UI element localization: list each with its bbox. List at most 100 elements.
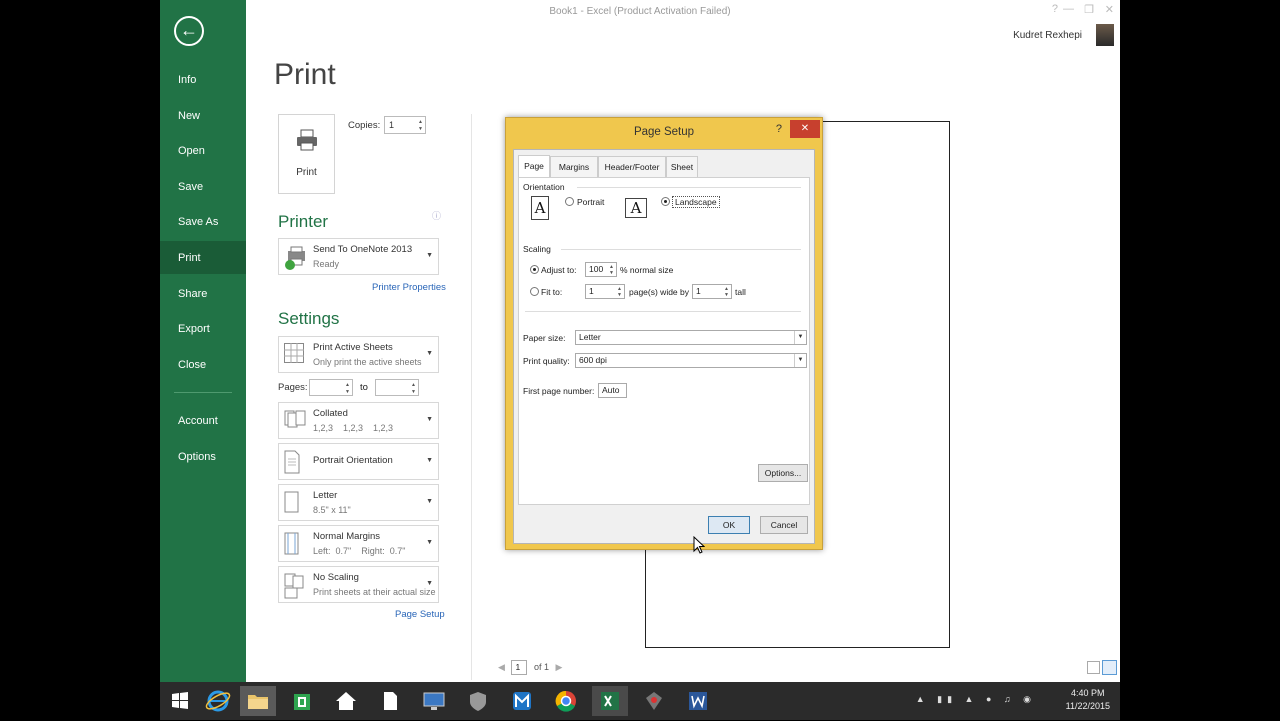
- page-title: Print: [274, 58, 336, 91]
- restore-icon[interactable]: ❐: [1084, 3, 1094, 16]
- internet-explorer-icon[interactable]: [200, 686, 236, 716]
- paper-size-select[interactable]: Letter ▼: [575, 330, 807, 345]
- help-button[interactable]: ?: [1052, 3, 1058, 15]
- shield-icon[interactable]: [460, 686, 496, 716]
- dialog-close-icon[interactable]: ✕: [790, 120, 820, 138]
- nav-close[interactable]: Close: [160, 348, 246, 382]
- user-name[interactable]: Kudret Rexhepi: [1013, 30, 1082, 41]
- spin-up-icon[interactable]: ▲: [345, 382, 350, 388]
- current-page-input[interactable]: 1: [511, 660, 528, 675]
- spin-down-icon[interactable]: ▼: [617, 292, 622, 298]
- first-page-value: Auto: [602, 385, 620, 395]
- ok-button[interactable]: OK: [708, 516, 750, 534]
- adjust-to-label[interactable]: Adjust to:: [541, 265, 576, 275]
- adjust-to-radio[interactable]: [530, 265, 539, 274]
- landscape-radio[interactable]: [661, 197, 670, 206]
- nav-save-as[interactable]: Save As: [160, 205, 246, 239]
- chrome-icon[interactable]: [548, 686, 584, 716]
- zoom-to-page-icon[interactable]: [1102, 660, 1117, 675]
- portrait-icon: [284, 450, 300, 474]
- clock-time: 4:40 PM: [1071, 688, 1105, 698]
- fit-tall-input[interactable]: 1 ▲ ▼: [692, 284, 732, 299]
- document-icon[interactable]: [372, 686, 408, 716]
- monitor-icon[interactable]: [416, 686, 452, 716]
- store-icon[interactable]: [284, 686, 320, 716]
- page-setup-link[interactable]: Page Setup: [395, 609, 445, 620]
- setting-title: Letter: [313, 490, 338, 501]
- dialog-help-icon[interactable]: ?: [776, 123, 782, 135]
- fit-wide-input[interactable]: 1 ▲ ▼: [585, 284, 625, 299]
- window-title: Book1 - Excel (Product Activation Failed…: [549, 6, 731, 17]
- printer-properties-link[interactable]: Printer Properties: [372, 282, 446, 293]
- word-icon[interactable]: [680, 686, 716, 716]
- tab-sheet[interactable]: Sheet: [666, 156, 698, 177]
- landscape-label[interactable]: Landscape: [672, 196, 720, 208]
- maxthon-icon[interactable]: [504, 686, 540, 716]
- pages-from-input[interactable]: ▲ ▼: [309, 379, 353, 396]
- portrait-label[interactable]: Portrait: [577, 197, 604, 207]
- scaling-dropdown[interactable]: No Scaling Print sheets at their actual …: [278, 566, 439, 603]
- print-what-dropdown[interactable]: Print Active Sheets Only print the activ…: [278, 336, 439, 373]
- back-arrow-icon[interactable]: ←: [174, 16, 204, 46]
- print-button[interactable]: Print: [278, 114, 335, 194]
- nav-options[interactable]: Options: [160, 440, 246, 474]
- nav-print[interactable]: Print: [160, 241, 246, 274]
- nav-share[interactable]: Share: [160, 277, 246, 311]
- setting-title: Collated: [313, 408, 348, 419]
- show-margins-icon[interactable]: [1087, 661, 1100, 674]
- cancel-button[interactable]: Cancel: [760, 516, 808, 534]
- prev-page-icon[interactable]: ◀: [498, 662, 505, 672]
- spin-up-icon[interactable]: ▲: [411, 382, 416, 388]
- paper-size-dropdown[interactable]: Letter 8.5" x 11" ▼: [278, 484, 439, 521]
- avatar[interactable]: [1096, 24, 1114, 46]
- fit-to-radio[interactable]: [530, 287, 539, 296]
- nav-export[interactable]: Export: [160, 312, 246, 346]
- portrait-radio[interactable]: [565, 197, 574, 206]
- windows-start-icon[interactable]: [162, 686, 198, 716]
- copies-input[interactable]: 1 ▲ ▼: [384, 116, 426, 134]
- nav-account[interactable]: Account: [160, 404, 246, 438]
- tab-page[interactable]: Page: [518, 155, 550, 177]
- collated-dropdown[interactable]: Collated 1,2,3 1,2,3 1,2,3 ▼: [278, 402, 439, 439]
- first-page-number-input[interactable]: Auto: [598, 383, 627, 398]
- margins-dropdown[interactable]: Normal Margins Left: 0.7" Right: 0.7" ▼: [278, 525, 439, 562]
- spin-down-icon[interactable]: ▼: [411, 389, 416, 395]
- nav-open[interactable]: Open: [160, 134, 246, 168]
- spin-up-icon[interactable]: ▲: [418, 119, 423, 125]
- scaling-icon: [284, 573, 304, 599]
- tab-margins[interactable]: Margins: [550, 156, 598, 177]
- fit-to-label[interactable]: Fit to:: [541, 287, 562, 297]
- info-icon[interactable]: ⓘ: [432, 209, 441, 222]
- page-navigation: ◀ 1 of 1 ▶: [498, 660, 562, 675]
- next-page-icon[interactable]: ▶: [555, 662, 562, 672]
- paper-size-label: Paper size:: [523, 333, 566, 343]
- printer-dropdown[interactable]: Send To OneNote 2013 Ready ▼: [278, 238, 439, 275]
- tab-header-footer[interactable]: Header/Footer: [598, 156, 666, 177]
- setting-subtitle: 8.5" x 11": [313, 505, 351, 515]
- orientation-dropdown[interactable]: Portrait Orientation ▼: [278, 443, 439, 480]
- grid-icon: [284, 343, 304, 363]
- spin-down-icon[interactable]: ▼: [418, 126, 423, 132]
- tools-icon[interactable]: [636, 686, 672, 716]
- close-window-icon[interactable]: ✕: [1105, 3, 1114, 16]
- nav-new[interactable]: New: [160, 99, 246, 133]
- chevron-down-icon: ▼: [426, 457, 433, 464]
- chevron-down-icon: ▼: [426, 498, 433, 505]
- print-quality-select[interactable]: 600 dpi ▼: [575, 353, 807, 368]
- taskbar-clock[interactable]: 4:40 PM 11/22/2015: [1066, 687, 1110, 713]
- chevron-down-icon: ▼: [794, 331, 806, 344]
- spin-down-icon[interactable]: ▼: [724, 292, 729, 298]
- spin-down-icon[interactable]: ▼: [345, 389, 350, 395]
- home-icon[interactable]: [328, 686, 364, 716]
- excel-icon[interactable]: [592, 686, 628, 716]
- system-tray-icons[interactable]: ▲ ▮▮ ▲ ● ♫ ◉: [916, 694, 1036, 705]
- pages-to-input[interactable]: ▲ ▼: [375, 379, 419, 396]
- file-explorer-icon[interactable]: [240, 686, 276, 716]
- options-button[interactable]: Options...: [758, 464, 808, 482]
- spin-down-icon[interactable]: ▼: [609, 270, 614, 276]
- nav-save[interactable]: Save: [160, 170, 246, 204]
- minimize-icon[interactable]: —: [1063, 3, 1074, 15]
- adjust-to-input[interactable]: 100 ▲ ▼: [585, 262, 617, 277]
- backstage-sidebar: ← Info New Open Save Save As Print Share…: [160, 0, 246, 682]
- nav-info[interactable]: Info: [160, 63, 246, 97]
